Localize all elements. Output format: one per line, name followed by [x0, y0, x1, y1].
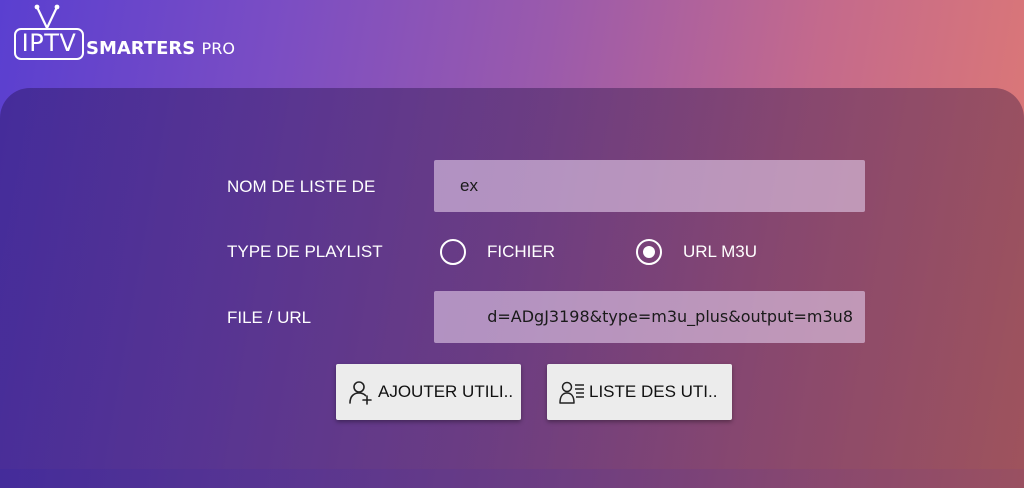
logo-brand: SMARTERS PRO [86, 38, 235, 59]
radio-fichier-label[interactable]: FICHIER [487, 242, 555, 262]
playlist-name-input[interactable]: ex [434, 160, 865, 212]
add-user-button[interactable]: AJOUTER UTILI.. [336, 364, 521, 420]
user-list-icon [559, 381, 584, 404]
logo-iptv-text: IPTV [21, 29, 77, 57]
radio-selected-dot [643, 246, 655, 258]
logo-suffix-text: PRO [201, 39, 235, 58]
file-url-value: d=ADgJ3198&type=m3u_plus&output=m3u8 [487, 307, 853, 326]
radio-fichier[interactable] [440, 239, 466, 265]
logo-brand-text: SMARTERS [86, 38, 196, 59]
tv-antenna-icon [34, 4, 60, 30]
app-logo: IPTV SMARTERS PRO [10, 2, 270, 64]
playlist-name-value: ex [460, 176, 478, 195]
form-panel [0, 88, 1024, 488]
list-users-button[interactable]: LISTE DES UTI.. [547, 364, 732, 420]
radio-url-m3u[interactable] [636, 239, 662, 265]
add-user-icon [349, 381, 372, 405]
playlist-type-label: TYPE DE PLAYLIST [227, 242, 383, 261]
file-url-input[interactable]: d=ADgJ3198&type=m3u_plus&output=m3u8 [434, 291, 865, 343]
playlist-name-label: NOM DE LISTE DE [227, 177, 376, 196]
radio-url-m3u-label[interactable]: URL M3U [683, 242, 757, 262]
file-url-label: FILE / URL [227, 308, 312, 327]
list-users-button-label: LISTE DES UTI.. [589, 382, 718, 401]
add-user-button-label: AJOUTER UTILI.. [378, 382, 514, 401]
